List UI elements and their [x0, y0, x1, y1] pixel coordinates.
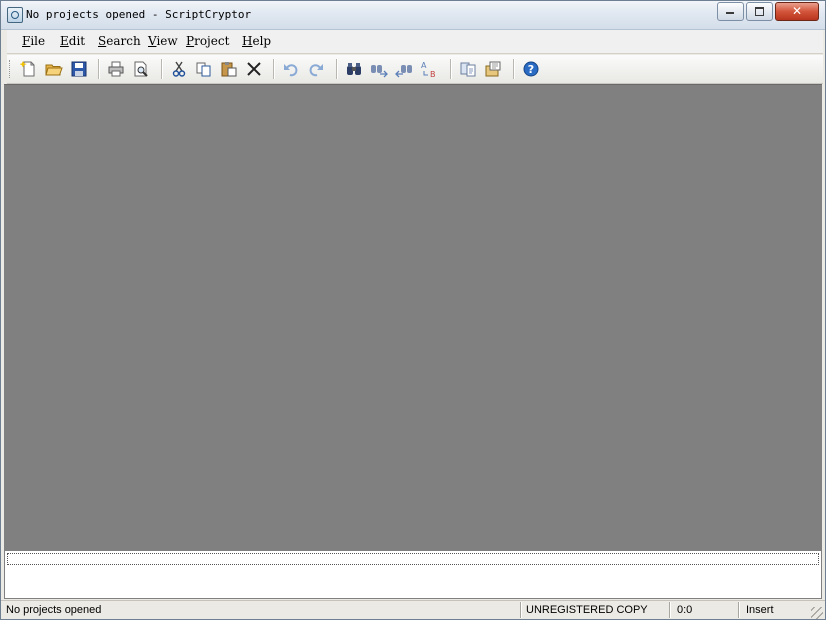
close-button[interactable]: ✕ [775, 2, 819, 21]
menu-help[interactable]: Help [242, 34, 271, 48]
maximize-icon [755, 7, 764, 16]
app-icon[interactable] [7, 7, 23, 23]
toolbar-grip[interactable] [9, 60, 13, 78]
minimize-button[interactable] [717, 2, 744, 21]
toolbar-separator [336, 59, 338, 79]
window-title: No projects opened - ScriptCryptor [26, 8, 252, 21]
copy-icon[interactable] [195, 60, 213, 78]
svg-text:B: B [430, 70, 436, 78]
svg-text:?: ? [528, 63, 534, 76]
toolbar-separator [98, 59, 100, 79]
svg-text:A: A [421, 61, 427, 70]
help-icon[interactable]: ? [522, 60, 540, 78]
new-file-icon[interactable] [20, 60, 38, 78]
registration-status: UNREGISTERED COPY [526, 604, 648, 616]
replace-icon[interactable]: AB [420, 60, 438, 78]
output-panel-header [7, 553, 819, 565]
toolbar-separator [450, 59, 452, 79]
project-settings-icon[interactable] [484, 60, 502, 78]
undo-icon[interactable] [282, 60, 300, 78]
status-divider [520, 602, 522, 618]
redo-icon[interactable] [307, 60, 325, 78]
print-icon[interactable] [107, 60, 125, 78]
minimize-icon [726, 12, 734, 14]
menu-search[interactable]: Search [98, 34, 141, 48]
cursor-position: 0:0 [677, 604, 693, 616]
save-icon[interactable] [70, 60, 88, 78]
toolbar-separator [513, 59, 515, 79]
compile-icon[interactable] [459, 60, 477, 78]
menu-project[interactable]: Project [186, 34, 229, 48]
output-panel[interactable] [4, 550, 822, 599]
close-icon: ✕ [791, 4, 803, 18]
title-bar[interactable]: No projects opened - ScriptCryptor ✕ [1, 1, 825, 30]
edit-mode: Insert [746, 604, 774, 616]
toolbar: AB ? [7, 55, 823, 84]
print-preview-icon[interactable] [132, 60, 150, 78]
menu-edit[interactable]: Edit [60, 34, 85, 48]
status-message: No projects opened [6, 604, 102, 616]
application-window: No projects opened - ScriptCryptor ✕ Fil… [0, 0, 826, 620]
find-previous-icon[interactable] [395, 60, 413, 78]
menu-file[interactable]: File [22, 34, 45, 48]
maximize-button[interactable] [746, 2, 773, 21]
menu-view[interactable]: View [148, 34, 178, 48]
status-divider [669, 602, 671, 618]
toolbar-separator [161, 59, 163, 79]
open-folder-icon[interactable] [45, 60, 63, 78]
menu-bar: File Edit Search View Project Help [7, 30, 823, 54]
status-bar: No projects opened UNREGISTERED COPY 0:0… [1, 600, 825, 619]
cut-icon[interactable] [170, 60, 188, 78]
find-icon[interactable] [345, 60, 363, 78]
find-next-icon[interactable] [370, 60, 388, 78]
toolbar-separator [273, 59, 275, 79]
resize-grip[interactable] [811, 607, 823, 619]
status-divider [738, 602, 740, 618]
workspace-area[interactable] [4, 84, 822, 550]
paste-icon[interactable] [220, 60, 238, 78]
window-controls: ✕ [717, 2, 819, 21]
delete-icon[interactable] [245, 60, 263, 78]
